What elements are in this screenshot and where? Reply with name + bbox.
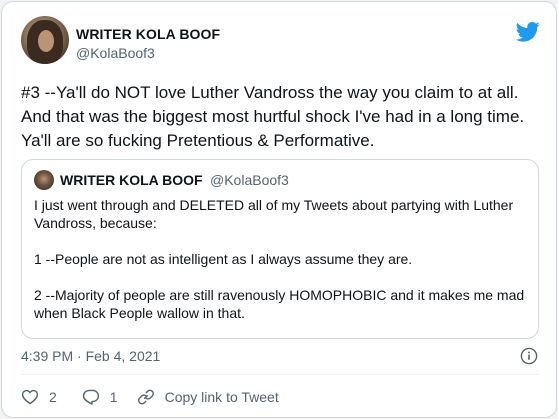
copy-link-button[interactable]: Copy link to Tweet xyxy=(137,388,279,406)
quoted-paragraph: 1 --People are not as intelligent as I a… xyxy=(34,251,413,267)
tweet-card: WRITER KOLA BOOF @KolaBoof3 #3 --Ya'll d… xyxy=(1,1,557,418)
copy-link-label: Copy link to Tweet xyxy=(164,389,279,405)
quoted-paragraph: I just went through and DELETED all of m… xyxy=(34,197,514,231)
quoted-tweet[interactable]: WRITER KOLA BOOF @KolaBoof3 I just went … xyxy=(21,159,539,339)
info-icon[interactable] xyxy=(520,347,538,365)
quoted-tweet-text: I just went through and DELETED all of m… xyxy=(34,196,530,322)
heart-icon xyxy=(21,389,39,405)
quoted-author-avatar xyxy=(34,170,54,190)
action-divider xyxy=(21,374,539,375)
reply-bubble-icon xyxy=(82,389,99,405)
like-count: 2 xyxy=(49,389,57,405)
author-handle[interactable]: @KolaBoof3 xyxy=(76,45,155,61)
quoted-paragraph: 2 --Majority of people are still ravenou… xyxy=(34,287,525,321)
quoted-author-display-name: WRITER KOLA BOOF xyxy=(60,172,203,188)
link-icon xyxy=(137,389,154,405)
tweet-timestamp[interactable]: 4:39 PM · Feb 4, 2021 xyxy=(21,348,160,364)
tweet-text: #3 --Ya'll do NOT love Luther Vandross t… xyxy=(21,83,525,150)
quoted-author-handle: @KolaBoof3 xyxy=(210,172,289,188)
author-avatar[interactable] xyxy=(21,16,69,64)
twitter-bird-icon[interactable] xyxy=(516,22,540,42)
like-button[interactable]: 2 xyxy=(21,388,57,406)
tweet-actions: 2 1 Copy link to Tweet xyxy=(21,386,279,408)
author-display-name[interactable]: WRITER KOLA BOOF xyxy=(76,26,220,42)
reply-button[interactable]: 1 xyxy=(82,388,118,406)
avatar-face xyxy=(38,30,54,52)
reply-count: 1 xyxy=(109,389,118,405)
